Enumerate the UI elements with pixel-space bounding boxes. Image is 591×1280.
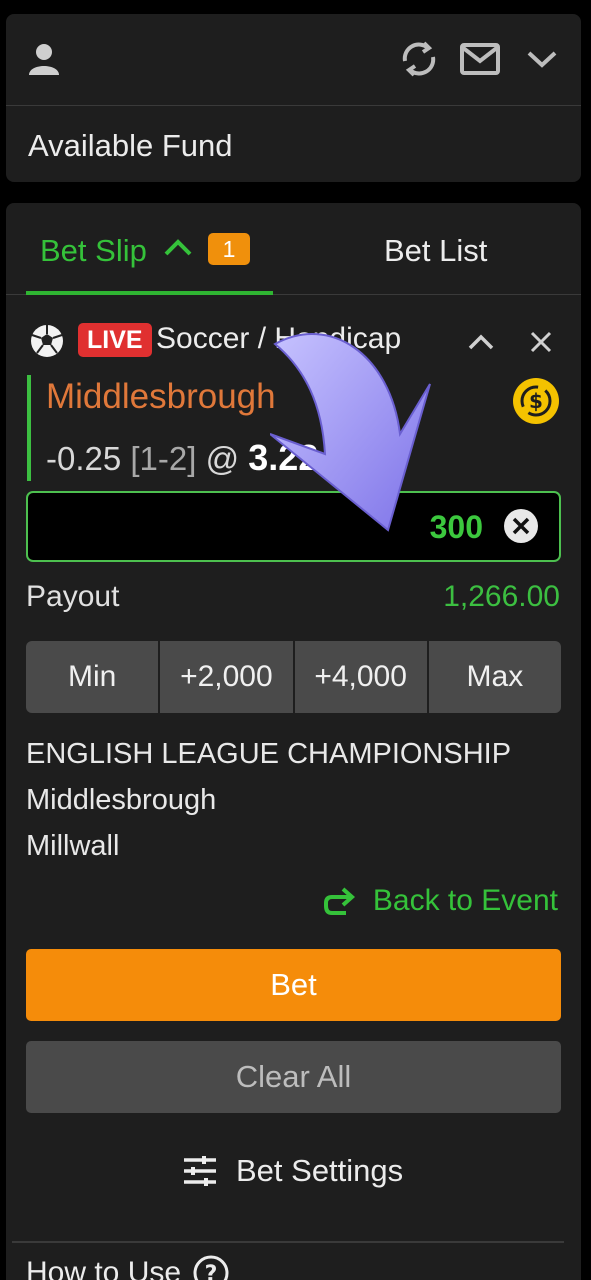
available-fund-label[interactable]: Available Fund (28, 128, 233, 164)
how-to-use-link[interactable]: How to Use ? (26, 1253, 231, 1280)
back-to-event-link[interactable]: Back to Event (321, 881, 558, 921)
currency-swap-icon[interactable]: $ (512, 377, 560, 425)
chevron-up-icon[interactable] (160, 233, 196, 263)
payout-value: 1,266.00 (443, 580, 560, 613)
svg-text:$: $ (529, 389, 543, 413)
payout-label: Payout (26, 580, 120, 613)
current-score: [1-2] (130, 440, 197, 477)
event-info: ENGLISH LEAGUE CHAMPIONSHIP Middlesbroug… (26, 731, 511, 869)
min-stake-button[interactable]: Min (26, 641, 159, 713)
bet-slip-panel: Bet Slip 1 Bet List LIVE Soccer / Handic… (6, 203, 581, 1280)
divider (12, 1241, 564, 1243)
market-label: Soccer / Handicap (156, 322, 402, 355)
odds-value: 3.22 (248, 437, 319, 478)
add-2000-button[interactable]: +2,000 (160, 641, 293, 713)
chevron-down-icon[interactable] (524, 44, 560, 74)
max-stake-button[interactable]: Max (428, 641, 561, 713)
refresh-icon[interactable] (396, 36, 442, 82)
bet-count-badge: 1 (208, 233, 250, 265)
quick-stake-buttons: Min +2,000 +4,000 Max (26, 641, 561, 713)
handicap-line: -0.25 (46, 440, 122, 477)
at-symbol: @ (205, 440, 240, 477)
stake-value: 300 (429, 509, 483, 545)
soccer-ball-icon (28, 322, 66, 360)
tab-bet-list[interactable]: Bet List (384, 233, 487, 269)
mail-icon[interactable] (458, 39, 502, 79)
bet-settings-label: Bet Settings (236, 1153, 404, 1188)
home-team: Middlesbrough (26, 784, 217, 816)
svg-text:?: ? (205, 1262, 218, 1280)
away-team: Millwall (26, 830, 120, 862)
selected-team: Middlesbrough (46, 377, 276, 416)
bet-button[interactable]: Bet (26, 949, 561, 1021)
add-4000-button[interactable]: +4,000 (294, 641, 427, 713)
tab-bet-slip[interactable]: Bet Slip 1 (26, 203, 273, 295)
live-badge: LIVE (78, 323, 152, 357)
collapse-selection-icon[interactable] (464, 327, 498, 357)
how-to-use-label: How to Use (26, 1256, 182, 1280)
selection-indicator (27, 375, 31, 481)
back-to-event-label: Back to Event (372, 884, 558, 917)
stake-input[interactable]: 300 (26, 491, 561, 562)
selection-header: LIVE Soccer / Handicap (26, 321, 566, 361)
clear-all-button[interactable]: Clear All (26, 1041, 561, 1113)
help-icon: ? (191, 1253, 231, 1280)
user-icon[interactable] (24, 39, 64, 79)
league-name: ENGLISH LEAGUE CHAMPIONSHIP (26, 738, 512, 770)
sliders-icon (182, 1154, 218, 1188)
bet-tabs: Bet Slip 1 Bet List (6, 203, 581, 295)
account-toolbar (6, 14, 581, 106)
account-panel: Available Fund (6, 14, 581, 182)
tab-bet-slip-label: Bet Slip (40, 233, 147, 268)
selection-odds-line: -0.25 [1-2] @ 3.22 (46, 437, 318, 479)
bet-settings-link[interactable]: Bet Settings (182, 1153, 403, 1189)
clear-stake-icon[interactable] (503, 508, 539, 544)
close-icon[interactable] (524, 325, 558, 359)
share-arrow-icon (321, 885, 357, 917)
